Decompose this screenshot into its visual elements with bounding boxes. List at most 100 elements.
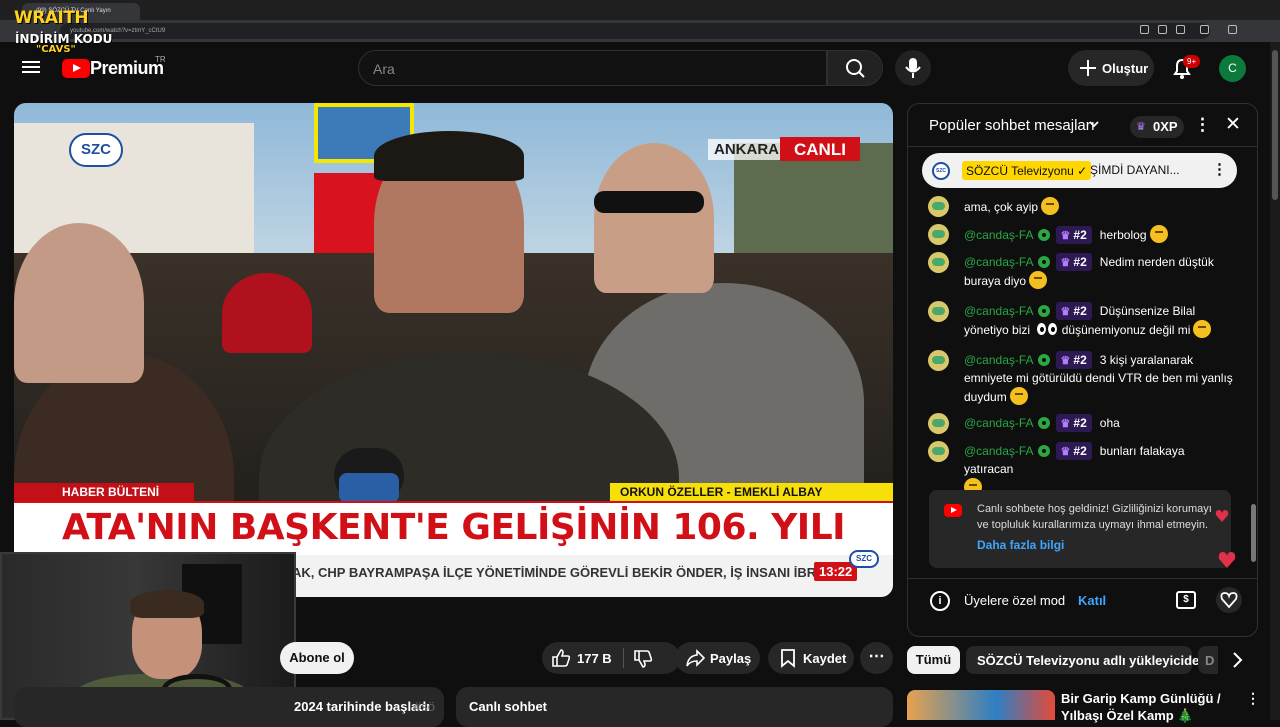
voice-search-button[interactable] <box>895 50 931 86</box>
rank-badge: ♛ #2 <box>1055 302 1092 320</box>
member-badge-icon <box>1037 417 1050 429</box>
chat-avatar[interactable] <box>928 224 949 245</box>
menu-icon[interactable] <box>22 58 42 78</box>
chat-author[interactable]: @candaş-FA <box>964 444 1034 458</box>
save-label: Kaydet <box>803 651 847 666</box>
browser-toolbar: youtube.com/watch?v=ztmY_cCtU9 <box>0 20 1280 42</box>
more-actions-button[interactable]: ⋯ <box>860 642 893 674</box>
scene-reporter-hair <box>374 131 524 181</box>
rank-badge: ♛ #2 <box>1055 351 1092 369</box>
rank-badge: ♛ #2 <box>1055 414 1092 432</box>
browser-tab-bar: (99) SÖZCÜ TV Canlı Yayın <box>0 0 1280 20</box>
pinned-message[interactable]: SZC SÖZCÜ Televizyonu ✓ ŞİMDİ DAYANI... … <box>922 153 1237 188</box>
like-button[interactable]: 177 B <box>542 642 622 674</box>
chat-author[interactable]: @candaş-FA <box>964 416 1034 430</box>
download-icon[interactable] <box>1140 25 1149 34</box>
join-link[interactable]: Katıl <box>1078 593 1106 608</box>
plus-icon <box>1080 60 1096 76</box>
youtube-logo-icon <box>944 504 962 517</box>
member-badge-icon <box>1037 256 1050 268</box>
heart-reaction-icon <box>1218 552 1236 568</box>
chat-author[interactable]: @candaş-FA <box>964 255 1034 269</box>
chip-channel[interactable]: SÖZCÜ Televizyonu adlı yükleyiciden <box>966 646 1207 674</box>
chip-next-partial[interactable]: D <box>1198 646 1218 674</box>
related-thumbnail[interactable] <box>907 690 1055 720</box>
eyes-emoji-icon <box>1036 320 1058 338</box>
chat-options-menu-icon[interactable]: ⋮ <box>1194 115 1211 135</box>
rank-label: #2 <box>1073 444 1087 458</box>
search-input[interactable]: Ara <box>358 50 827 86</box>
chevron-down-icon[interactable] <box>1089 119 1099 129</box>
chat-scrollbar[interactable] <box>1251 504 1256 562</box>
chat-avatar[interactable] <box>928 301 949 322</box>
chat-author[interactable]: @candaş-FA <box>964 304 1034 318</box>
chat-avatar[interactable] <box>928 350 949 371</box>
crown-icon: ♛ <box>1060 355 1071 367</box>
heart-button[interactable] <box>1216 587 1242 613</box>
chevron-right-icon[interactable] <box>1226 648 1250 672</box>
chat-author[interactable]: @candaş-FA <box>964 228 1034 242</box>
address-bar[interactable]: youtube.com/watch?v=ztmY_cCtU9 <box>60 23 1210 39</box>
overlay-promo-code: "CAVS" <box>36 44 76 55</box>
super-chat-icon[interactable]: $ <box>1176 591 1196 609</box>
chat-mode-selector[interactable]: Popüler sohbet mesajları <box>929 117 1095 134</box>
webcam-person-hair <box>130 590 204 618</box>
chat-avatar[interactable] <box>928 413 949 434</box>
brand-label[interactable]: Premium <box>90 58 164 79</box>
scene-person-head <box>14 223 144 383</box>
notifications-badge: 9+ <box>1183 55 1201 68</box>
info-icon: i <box>930 591 950 611</box>
member-badge-icon <box>1037 445 1050 457</box>
subscribe-button[interactable]: Abone ol <box>280 642 354 674</box>
dislike-button[interactable] <box>624 642 680 674</box>
chat-avatar[interactable] <box>928 252 949 273</box>
rank-label: #2 <box>1073 353 1087 367</box>
pinned-author: SÖZCÜ Televizyonu ✓ <box>962 161 1092 180</box>
crown-icon: ♛ <box>1060 306 1071 318</box>
speaker-label: ORKUN ÖZELLER - EMEKLİ ALBAY <box>610 483 893 501</box>
related-menu-icon[interactable]: ⋮ <box>1246 690 1260 707</box>
close-icon[interactable]: ✕ <box>1225 113 1241 136</box>
video-player[interactable]: SZC ANKARA CANLI HABER BÜLTENİ ORKUN ÖZE… <box>14 103 893 597</box>
heart-reaction-icon <box>1215 510 1229 522</box>
page-scrollbar-thumb[interactable] <box>1272 50 1278 200</box>
live-chat-collapsed[interactable]: Canlı sohbet <box>456 687 893 727</box>
member-badge-icon <box>1037 305 1050 317</box>
learn-more-link[interactable]: Daha fazla bilgi <box>977 538 1064 552</box>
chat-avatar[interactable] <box>928 196 949 217</box>
description-hashtag[interactable]: #sö <box>414 699 435 714</box>
rank-badge: ♛ #2 <box>1055 253 1092 271</box>
rank-label: #2 <box>1073 255 1087 269</box>
share-label: Paylaş <box>710 651 752 666</box>
youtube-logo-icon[interactable] <box>62 59 90 78</box>
rolling-eyes-emoji-icon <box>1193 320 1212 338</box>
account-avatar[interactable]: C <box>1219 55 1246 82</box>
scene-sunglasses <box>594 191 704 213</box>
related-video-title[interactable]: Bir Garip Kamp Günlüğü / Yılbaşı Özel Ka… <box>1061 690 1241 724</box>
unamused-emoji-icon <box>1041 197 1060 215</box>
rank-label: #2 <box>1073 304 1087 318</box>
search-placeholder: Ara <box>373 61 395 77</box>
crown-icon: ♛ <box>1060 257 1071 269</box>
cast-icon[interactable] <box>1158 25 1167 34</box>
members-mode-label: Üyelere özel mod <box>964 593 1066 608</box>
share-button[interactable]: Paylaş <box>675 642 760 674</box>
create-label: Oluştur <box>1102 61 1149 76</box>
create-button[interactable]: Oluştur <box>1068 50 1154 86</box>
pinned-menu-icon[interactable]: ⋮ <box>1212 160 1227 178</box>
search-button[interactable] <box>827 50 883 86</box>
bookmark-star-icon[interactable] <box>1176 25 1185 34</box>
scene-microphone-cube <box>339 473 399 503</box>
extensions-icon[interactable] <box>1200 25 1209 34</box>
chip-all[interactable]: Tümü <box>907 646 960 674</box>
ticker-text: AK, CHP BAYRAMPAŞA İLÇE YÖNETİMİNDE GÖRE… <box>292 565 830 580</box>
save-button[interactable]: Kaydet <box>768 642 854 674</box>
rank-badge: ♛ #2 <box>1055 442 1092 460</box>
microphone-icon <box>905 58 921 78</box>
chat-author[interactable]: @candaş-FA <box>964 353 1034 367</box>
thinking-emoji-icon <box>1009 387 1028 405</box>
profile-icon[interactable] <box>1228 25 1237 34</box>
chat-avatar[interactable] <box>928 441 949 462</box>
member-badge-icon <box>1037 229 1050 241</box>
thinking-emoji-icon <box>1149 225 1168 243</box>
